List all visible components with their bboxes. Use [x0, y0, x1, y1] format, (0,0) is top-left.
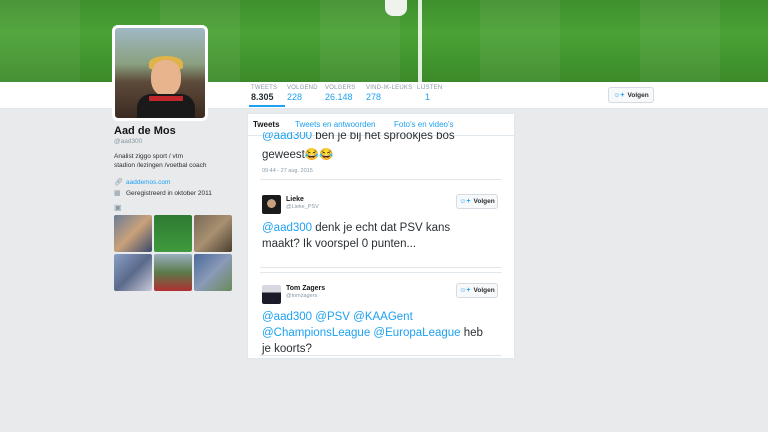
- avatar[interactable]: [262, 195, 281, 214]
- profile-handle[interactable]: @aad300: [114, 138, 244, 145]
- photo-thumbnail[interactable]: [154, 215, 192, 252]
- follow-label: Volgen: [473, 287, 495, 294]
- stat-likes[interactable]: VIND-IK-LEUKS 278: [366, 85, 412, 102]
- author-handle[interactable]: @Lieke_PSV: [286, 204, 319, 210]
- mention-link[interactable]: @aad300: [262, 222, 312, 234]
- tweet-text: @aad300 @PSV @KAAGent @ChampionsLeague @…: [262, 309, 512, 357]
- stat-value: 8.305: [251, 92, 274, 102]
- link-icon: 🔗︎: [114, 179, 123, 186]
- tweet-text-line: geweest😂😂: [262, 149, 334, 161]
- mention-link[interactable]: @KAAGent: [353, 311, 413, 323]
- tweet-text-segment: denk je echt dat PSV kans: [315, 222, 451, 234]
- profile-joined: ▦ Geregistreerd in oktober 2011: [114, 189, 244, 198]
- joined-text: Geregistreerd in oktober 2011: [126, 189, 212, 197]
- follow-button[interactable]: ☺+ Volgen: [456, 283, 498, 298]
- stat-value: 278: [366, 92, 382, 102]
- photo-grid: [114, 215, 234, 291]
- profile-bio: Analist ziggo sport / vtm stadion /lezin…: [114, 152, 244, 170]
- add-user-icon: ☺+: [459, 198, 471, 205]
- bio-line: Analist ziggo sport / vtm: [114, 153, 183, 160]
- mention-link[interactable]: @aad300: [262, 311, 312, 323]
- follow-label: Volgen: [627, 91, 649, 99]
- tweet-author: Lieke @Lieke_PSV: [286, 196, 319, 210]
- mention-link[interactable]: @aad300: [262, 132, 312, 142]
- stat-label: TWEETS: [251, 85, 278, 91]
- add-user-icon: ☺+: [459, 287, 471, 294]
- photo-thumbnail[interactable]: [154, 254, 192, 291]
- divider: [260, 355, 502, 356]
- stat-label: VIND-IK-LEUKS: [366, 85, 413, 91]
- stat-label: VOLGERS: [325, 85, 356, 91]
- divider: [260, 267, 502, 268]
- tab-tweets[interactable]: Tweets: [253, 120, 280, 129]
- stat-following[interactable]: VOLGEND 228: [287, 85, 318, 102]
- calendar-icon: ▦: [114, 190, 121, 197]
- follow-button[interactable]: ☺+ Volgen: [456, 194, 498, 209]
- author-handle[interactable]: @tomzagers: [286, 293, 325, 299]
- add-user-icon: ☺+: [613, 91, 625, 99]
- stat-label: VOLGEND: [287, 85, 318, 91]
- tab-tweets-replies[interactable]: Tweets en antwoorden: [295, 120, 376, 129]
- stat-value: 228: [287, 92, 303, 102]
- stat-label: LIJSTEN: [417, 85, 443, 91]
- avatar[interactable]: [112, 25, 208, 121]
- tweet-text-segment: ben je bij het sprookjes bos: [315, 132, 455, 142]
- photo-thumbnail[interactable]: [194, 254, 232, 291]
- divider: [260, 179, 502, 180]
- tweet-text: @aad300 ben je bij het sprookjes bos: [262, 132, 502, 146]
- profile-name[interactable]: Aad de Mos: [114, 125, 244, 137]
- mention-link[interactable]: @PSV: [315, 311, 350, 323]
- tweet-author: Tom Zagers @tomzagers: [286, 285, 325, 299]
- stat-lists[interactable]: LIJSTEN 1: [417, 85, 442, 102]
- divider: [260, 272, 502, 273]
- profile-website: 🔗︎ aaddemos.com: [114, 178, 244, 187]
- tweet-timestamp[interactable]: 09:44 - 27 aug. 2015: [262, 168, 313, 174]
- photo-thumbnail[interactable]: [114, 254, 152, 291]
- follow-label: Volgen: [473, 198, 495, 205]
- camera-icon[interactable]: ▣: [114, 203, 122, 212]
- avatar[interactable]: [262, 285, 281, 304]
- profile-card: Aad de Mos @aad300 Analist ziggo sport /…: [114, 125, 244, 197]
- tweet-text-segment: heb: [463, 327, 483, 339]
- mention-link[interactable]: @EuropaLeague: [373, 327, 460, 339]
- stat-value: 26.148: [325, 92, 353, 102]
- follow-button[interactable]: ☺+ Volgen: [608, 87, 654, 103]
- author-name[interactable]: Lieke: [286, 196, 319, 203]
- tweet-text-line: maakt? Ik voorspel 0 punten...: [262, 238, 417, 250]
- author-name[interactable]: Tom Zagers: [286, 285, 325, 292]
- mention-link[interactable]: @ChampionsLeague: [262, 327, 370, 339]
- bio-line: stadion /lezingen /voetbal coach: [114, 162, 207, 169]
- website-link[interactable]: aaddemos.com: [126, 179, 170, 186]
- stat-value: 1: [425, 92, 431, 102]
- tweet-text: @aad300 denk je echt dat PSV kans maakt?…: [262, 220, 502, 252]
- stat-tweets[interactable]: TWEETS 8.305: [248, 85, 286, 107]
- tab-photos-videos[interactable]: Foto's en video's: [394, 120, 454, 129]
- photo-thumbnail[interactable]: [194, 215, 232, 252]
- stat-followers[interactable]: VOLGERS 26.148: [325, 85, 355, 102]
- timeline: Tweets Tweets en antwoorden Foto's en vi…: [247, 113, 515, 359]
- photo-thumbnail[interactable]: [114, 215, 152, 252]
